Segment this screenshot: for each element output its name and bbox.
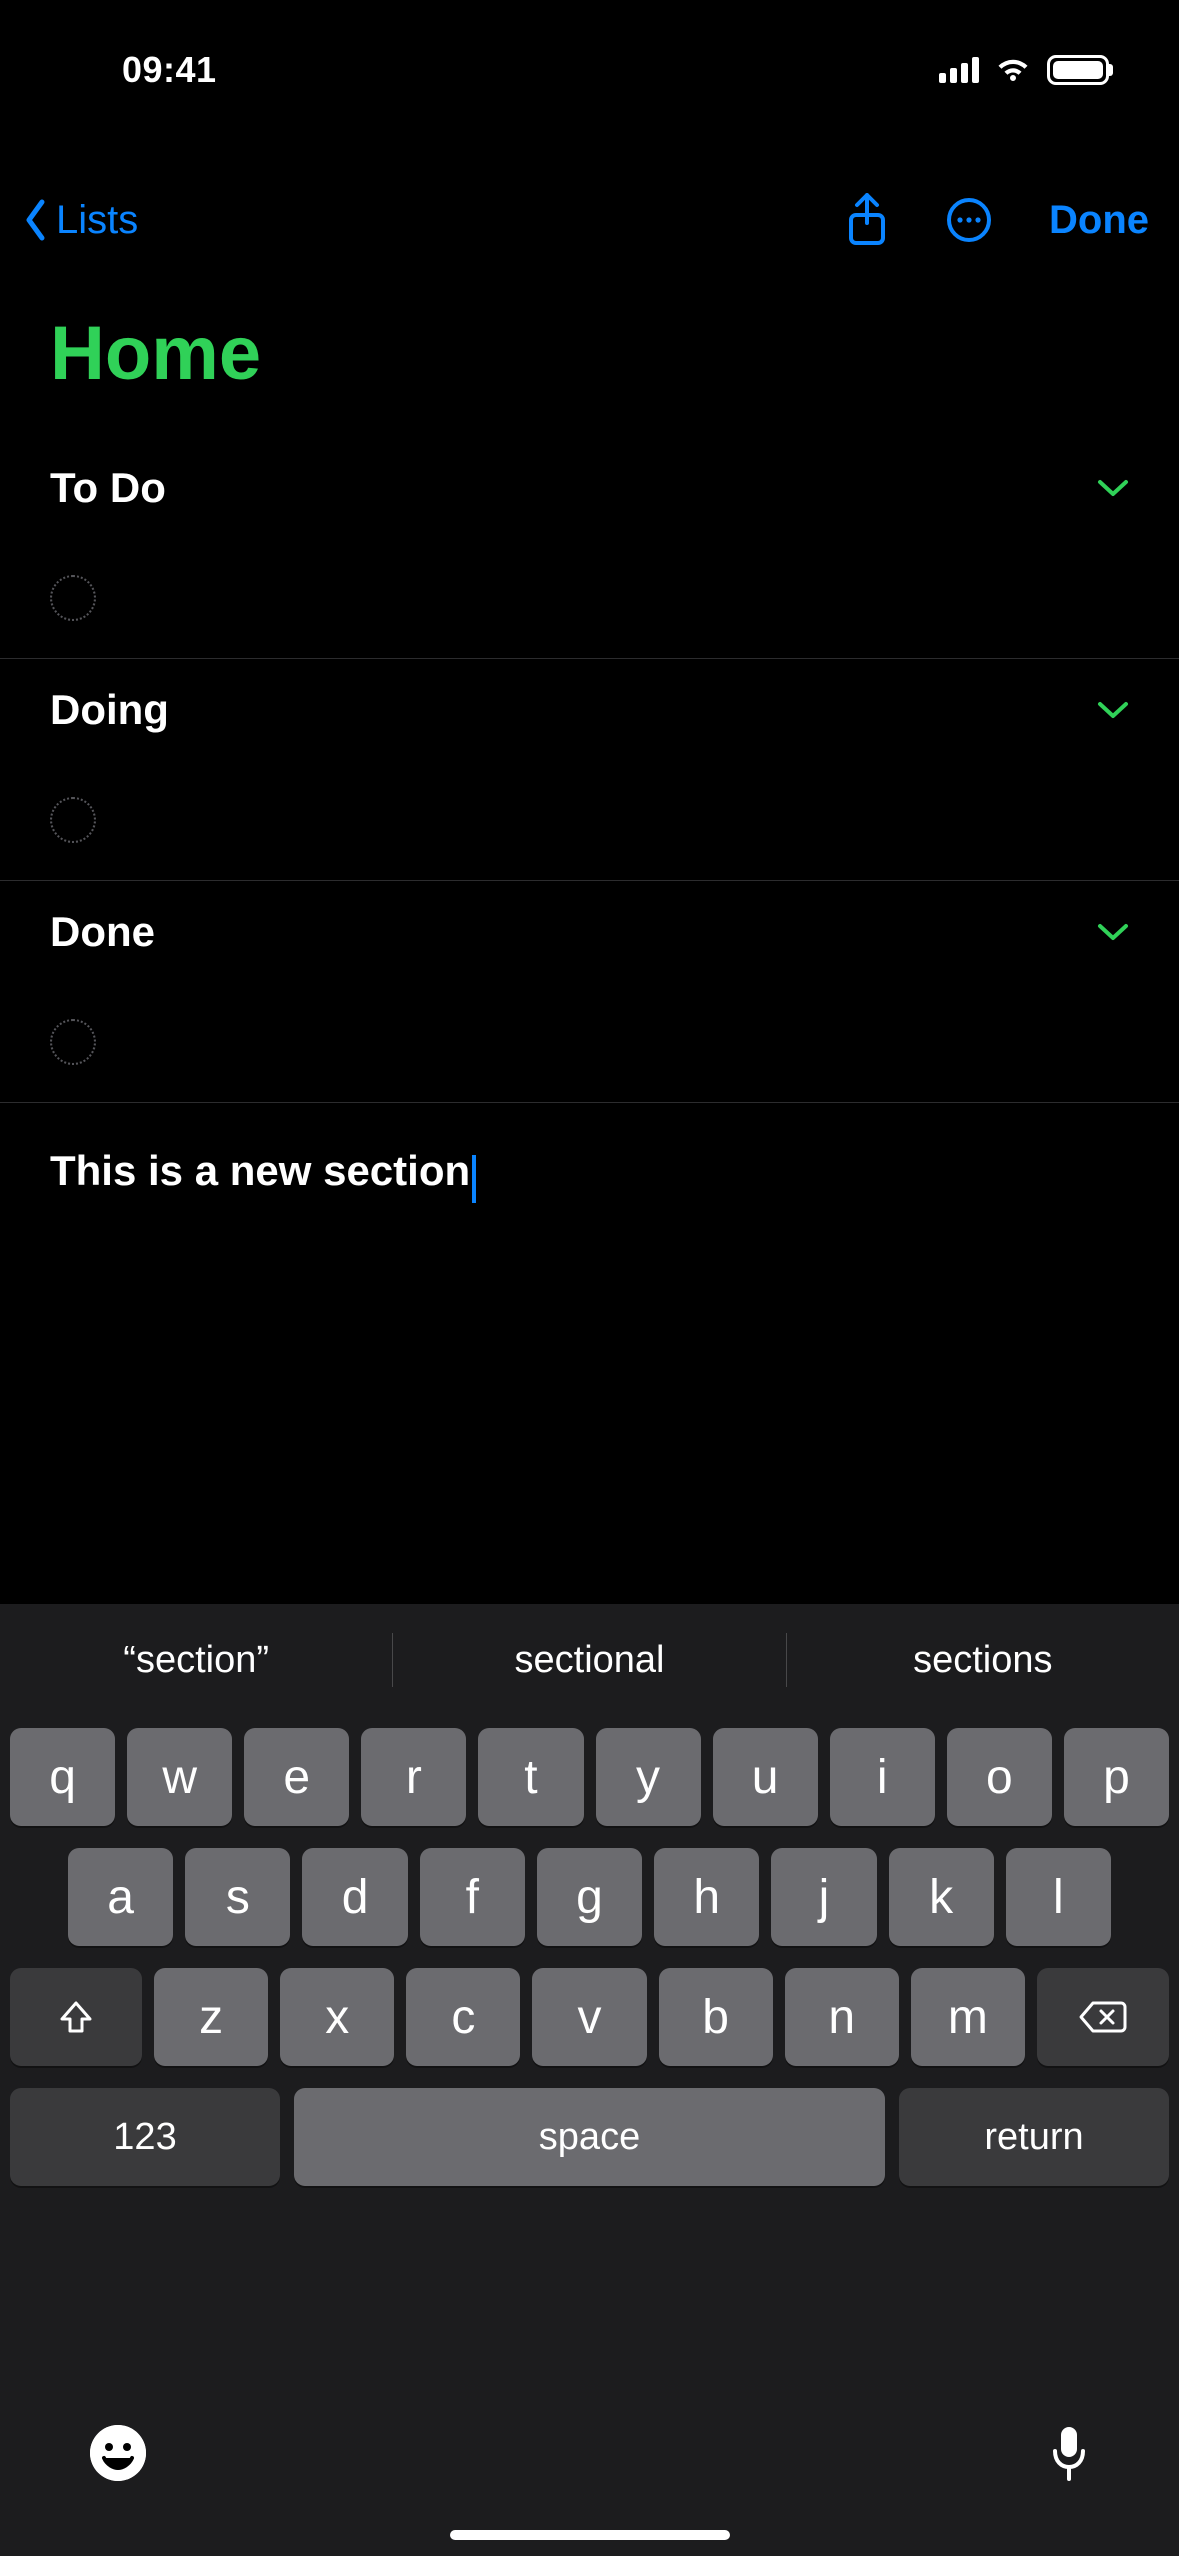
- status-bar: 09:41: [0, 0, 1179, 140]
- battery-icon: [1047, 55, 1109, 85]
- section-title: Doing: [50, 686, 169, 734]
- mic-icon: [1049, 2425, 1089, 2481]
- section-done: Done: [0, 881, 1179, 1102]
- backspace-icon: [1079, 1999, 1127, 2035]
- section-title: To Do: [50, 464, 166, 512]
- key-v[interactable]: v: [532, 1968, 646, 2066]
- section-title: Done: [50, 908, 155, 956]
- section-doing: Doing: [0, 659, 1179, 880]
- ellipsis-circle-icon: [945, 196, 993, 244]
- section-header[interactable]: Done: [50, 882, 1129, 982]
- chevron-left-icon: [20, 198, 52, 242]
- new-section-input[interactable]: This is a new section: [50, 1147, 470, 1194]
- return-key[interactable]: return: [899, 2088, 1169, 2186]
- key-b[interactable]: b: [659, 1968, 773, 2066]
- key-w[interactable]: w: [127, 1728, 232, 1826]
- chevron-down-icon[interactable]: [1097, 478, 1129, 498]
- key-z[interactable]: z: [154, 1968, 268, 2066]
- key-l[interactable]: l: [1006, 1848, 1111, 1946]
- status-icons: [939, 55, 1109, 85]
- key-y[interactable]: y: [596, 1728, 701, 1826]
- list-title: Home: [0, 310, 1179, 437]
- key-s[interactable]: s: [185, 1848, 290, 1946]
- key-t[interactable]: t: [478, 1728, 583, 1826]
- emoji-button[interactable]: [90, 2425, 146, 2481]
- suggestion-0[interactable]: “section”: [0, 1639, 392, 1682]
- key-p[interactable]: p: [1064, 1728, 1169, 1826]
- key-u[interactable]: u: [713, 1728, 818, 1826]
- key-j[interactable]: j: [771, 1848, 876, 1946]
- home-indicator[interactable]: [450, 2530, 730, 2540]
- key-q[interactable]: q: [10, 1728, 115, 1826]
- chevron-down-icon[interactable]: [1097, 922, 1129, 942]
- key-i[interactable]: i: [830, 1728, 935, 1826]
- suggestion-2[interactable]: sections: [787, 1639, 1179, 1682]
- share-button[interactable]: [845, 193, 889, 247]
- dictation-button[interactable]: [1049, 2425, 1089, 2481]
- key-x[interactable]: x: [280, 1968, 394, 2066]
- key-row-4: 123 space return: [10, 2088, 1169, 2186]
- back-button[interactable]: Lists: [20, 198, 138, 243]
- key-row-3: z x c v b n m: [10, 1968, 1169, 2066]
- reminder-item-empty[interactable]: [50, 760, 1129, 880]
- back-label: Lists: [56, 198, 138, 243]
- keyboard-bottom-bar: [0, 2398, 1179, 2508]
- section-header[interactable]: To Do: [50, 438, 1129, 538]
- key-a[interactable]: a: [68, 1848, 173, 1946]
- nav-bar: Lists Done: [0, 180, 1179, 260]
- space-key[interactable]: space: [294, 2088, 885, 2186]
- text-cursor: [472, 1155, 476, 1203]
- done-button[interactable]: Done: [1049, 198, 1149, 243]
- completion-circle-icon[interactable]: [50, 1019, 96, 1065]
- key-n[interactable]: n: [785, 1968, 899, 2066]
- status-time: 09:41: [0, 49, 217, 91]
- numbers-key[interactable]: 123: [10, 2088, 280, 2186]
- key-k[interactable]: k: [889, 1848, 994, 1946]
- key-c[interactable]: c: [406, 1968, 520, 2066]
- key-row-1: q w e r t y u i o p: [10, 1728, 1169, 1826]
- section-todo: To Do: [0, 437, 1179, 658]
- key-h[interactable]: h: [654, 1848, 759, 1946]
- share-icon: [845, 193, 889, 247]
- key-g[interactable]: g: [537, 1848, 642, 1946]
- content-area: Home To Do Doing Done: [0, 310, 1179, 1205]
- completion-circle-icon[interactable]: [50, 797, 96, 843]
- new-section-input-row[interactable]: This is a new section: [0, 1103, 1179, 1205]
- key-o[interactable]: o: [947, 1728, 1052, 1826]
- reminder-item-empty[interactable]: [50, 538, 1129, 658]
- backspace-key[interactable]: [1037, 1968, 1169, 2066]
- completion-circle-icon[interactable]: [50, 575, 96, 621]
- key-r[interactable]: r: [361, 1728, 466, 1826]
- shift-key[interactable]: [10, 1968, 142, 2066]
- keyboard: “section” sectional sections q w e r t y…: [0, 1604, 1179, 2556]
- key-row-2: a s d f g h j k l: [10, 1848, 1169, 1946]
- key-f[interactable]: f: [420, 1848, 525, 1946]
- key-d[interactable]: d: [302, 1848, 407, 1946]
- more-button[interactable]: [945, 196, 993, 244]
- key-m[interactable]: m: [911, 1968, 1025, 2066]
- key-e[interactable]: e: [244, 1728, 349, 1826]
- chevron-down-icon[interactable]: [1097, 700, 1129, 720]
- cellular-icon: [939, 57, 979, 83]
- emoji-icon: [90, 2425, 146, 2481]
- section-header[interactable]: Doing: [50, 660, 1129, 760]
- suggestion-bar: “section” sectional sections: [0, 1604, 1179, 1716]
- shift-icon: [56, 1997, 96, 2037]
- wifi-icon: [993, 55, 1033, 85]
- reminder-item-empty[interactable]: [50, 982, 1129, 1102]
- suggestion-1[interactable]: sectional: [393, 1639, 785, 1682]
